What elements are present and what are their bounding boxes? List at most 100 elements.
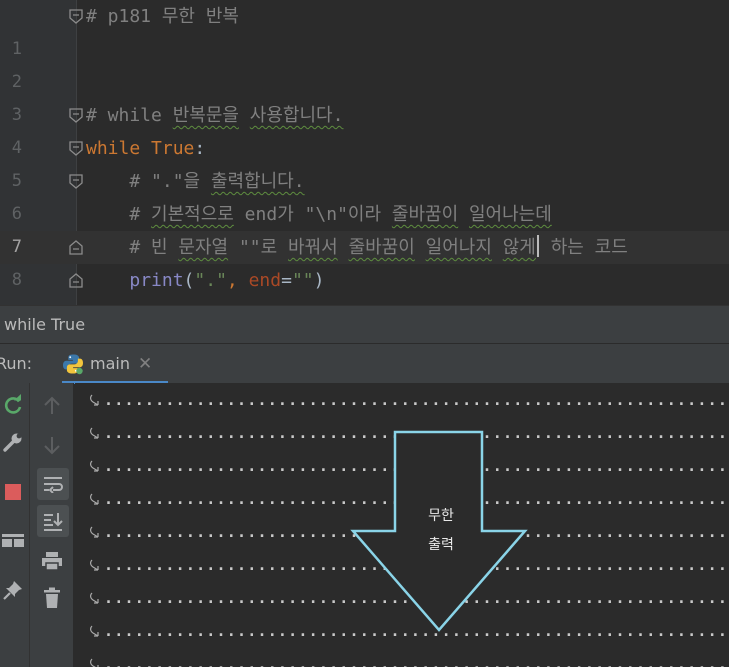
fold-end-icon[interactable] [69, 240, 83, 255]
code-token: ""로 [228, 237, 289, 258]
fold-open-icon[interactable] [69, 141, 83, 156]
breadcrumb-item[interactable]: while True [4, 306, 85, 344]
line-number: 5 [11, 171, 22, 191]
line-number: 4 [11, 138, 22, 158]
code-line[interactable]: 7 # 빈 문자열 ""로 바꿔서 줄바꿈이 일어나지 않게 하는 코드 [0, 231, 729, 264]
code-line[interactable]: 3 # while 반복문을 사용합니다. [0, 99, 729, 132]
breadcrumb: while True [0, 305, 729, 343]
rerun-icon [4, 394, 22, 414]
annotation-label-line1: 무한 [428, 508, 454, 524]
run-tab-label: main [90, 354, 130, 373]
code-token: = [281, 270, 292, 291]
console-line: ........................................… [89, 647, 729, 667]
pin-tab-button[interactable] [0, 576, 26, 604]
code-token: ( [183, 270, 195, 291]
clear-all-button[interactable] [37, 583, 67, 613]
code-token: 기본적으로 [151, 204, 234, 225]
code-token: # while [86, 105, 173, 126]
code-token: 일어나지 [425, 237, 492, 258]
code-text: # while 반복문을 사용합니다. [86, 99, 343, 132]
code-line[interactable]: 5 # "."을 출력합니다. [0, 165, 729, 198]
stop-icon [5, 484, 21, 500]
code-line[interactable]: 2 [0, 66, 729, 99]
code-line[interactable]: 6 # 기본적으로 end가 "\n"이라 줄바꿈이 일어나는데 [0, 198, 729, 231]
soft-wrap-marker-icon [90, 526, 99, 538]
layout-icon [2, 534, 24, 547]
code-token: ) [313, 270, 325, 291]
line-number: 3 [11, 105, 22, 125]
code-text: # 빈 문자열 ""로 바꿔서 줄바꿈이 일어나지 않게 하는 코드 [86, 231, 628, 264]
up-arrow-icon [44, 396, 60, 414]
fold-open-icon[interactable] [69, 108, 83, 123]
console-output-dots: ........................................… [104, 654, 729, 667]
code-token: end [248, 270, 282, 291]
run-toolbar-secondary [30, 383, 74, 667]
soft-wrap-button[interactable] [37, 468, 69, 500]
line-number: 6 [11, 204, 22, 224]
close-icon[interactable]: ✕ [138, 344, 152, 384]
code-text: # 기본적으로 end가 "\n"이라 줄바꿈이 일어나는데 [86, 198, 552, 231]
code-token: , [226, 270, 249, 291]
code-token: : [194, 138, 206, 159]
code-token: True [151, 138, 195, 159]
code-text: # "."을 출력합니다. [86, 165, 305, 198]
soft-wrap-marker-icon [90, 460, 99, 472]
fold-open-icon[interactable] [69, 9, 83, 24]
soft-wrap-marker-icon [90, 394, 99, 406]
annotation-label-line2: 출력 [428, 537, 454, 553]
run-toolbar-primary [0, 383, 30, 667]
code-line[interactable]: # p181 무한 반복 [0, 0, 729, 33]
trash-icon [44, 587, 60, 608]
settings-button[interactable] [0, 428, 26, 456]
line-number: 1 [11, 39, 22, 59]
code-token: 문자열 [178, 237, 229, 258]
code-token: "." [194, 270, 227, 291]
code-token: # p181 무한 반복 [86, 6, 239, 27]
code-token: 일어나는데 [469, 204, 552, 225]
code-line[interactable]: 4 while True: [0, 132, 729, 165]
code-token: print [129, 270, 184, 291]
code-editor[interactable]: # p181 무한 반복 1 2 3 # while 반복문을 사용합니다. 4 while… [0, 0, 729, 323]
python-icon [63, 354, 83, 375]
soft-wrap-marker-icon [90, 427, 99, 439]
soft-wrap-marker-icon [90, 592, 99, 604]
up-stack-button[interactable] [37, 391, 67, 421]
code-token: 줄바꿈이 [391, 204, 459, 225]
line-number: 7 [11, 237, 22, 257]
print-button[interactable] [37, 546, 67, 576]
down-stack-button[interactable] [37, 430, 67, 460]
rerun-button[interactable] [0, 391, 26, 419]
fold-end-icon[interactable] [69, 273, 83, 288]
code-line[interactable]: 8 print(".", end="") [0, 264, 729, 297]
scroll-to-end-button[interactable] [37, 505, 69, 537]
soft-wrap-marker-icon [90, 625, 99, 637]
line-number: 2 [11, 72, 22, 92]
stop-button[interactable] [0, 478, 26, 506]
code-text: print(".", end="") [86, 264, 324, 297]
console-line: ........................................… [89, 383, 729, 416]
code-token: 사용합니다. [249, 105, 344, 126]
code-token: 않게 [502, 237, 536, 258]
code-token: # 빈 [86, 237, 179, 258]
run-tab-main[interactable]: main ✕ [58, 344, 168, 384]
soft-wrap-marker-icon [90, 559, 99, 571]
code-token: 줄바꿈이 [348, 237, 415, 258]
soft-wrap-marker-icon [90, 658, 99, 667]
down-arrow-annotation [350, 430, 528, 632]
code-token: end가 "\n"이라 [233, 204, 392, 225]
restore-layout-button[interactable] [0, 526, 26, 554]
code-token: 출력합니다. [210, 171, 305, 192]
code-text: while True: [86, 132, 205, 165]
wrench-icon [3, 433, 22, 452]
code-line[interactable]: 1 [0, 33, 729, 66]
fold-open-icon[interactable] [69, 174, 83, 189]
run-panel-header: Run: main ✕ [0, 343, 729, 384]
scroll-to-end-icon [44, 513, 63, 531]
pin-icon [3, 581, 22, 600]
text-caret [536, 235, 539, 257]
